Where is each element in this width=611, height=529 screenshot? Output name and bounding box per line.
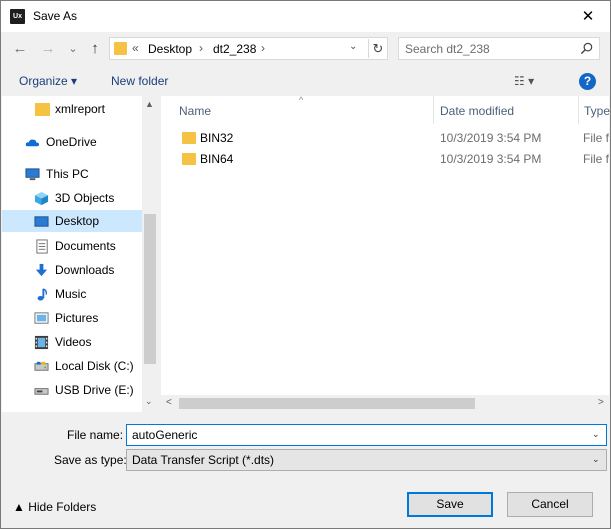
column-header-type[interactable]: Type	[584, 104, 610, 118]
command-toolbar: Organize ▾ New folder ☷ ▾ ?	[1, 67, 610, 95]
scroll-up-icon[interactable]: ▲	[145, 99, 154, 109]
column-divider[interactable]	[433, 96, 434, 124]
address-dropdown-icon[interactable]: ⌄	[349, 41, 357, 52]
up-button[interactable]: ↑	[85, 39, 105, 59]
scroll-right-icon[interactable]: >	[598, 397, 604, 408]
nav-item-label: Music	[55, 287, 87, 301]
nav-item-label: Documents	[55, 239, 116, 253]
folder-icon	[35, 103, 50, 116]
file-row-bin64[interactable]: BIN64 10/3/2019 3:54 PM File fo	[161, 150, 609, 171]
search-icon[interactable]	[579, 41, 594, 56]
nav-item-label: OneDrive	[46, 135, 97, 149]
nav-item-videos[interactable]: Videos	[2, 331, 142, 353]
cancel-button[interactable]: Cancel	[507, 492, 593, 517]
overflow-chevron[interactable]: «	[132, 41, 139, 55]
nav-item-local-disk[interactable]: Local Disk (C:)	[2, 355, 142, 377]
folder-icon	[182, 153, 196, 165]
sort-ascending-icon: ^	[299, 95, 304, 105]
horizontal-scroll-thumb[interactable]	[179, 398, 475, 409]
save-button[interactable]: Save	[407, 492, 493, 517]
pictures-icon	[34, 312, 49, 324]
file-date: 10/3/2019 3:54 PM	[440, 131, 542, 145]
forward-button[interactable]: →	[38, 39, 58, 59]
nav-scroll-thumb[interactable]	[144, 214, 156, 364]
nav-item-label: This PC	[46, 167, 89, 181]
breadcrumb-desktop[interactable]: Desktop	[148, 42, 192, 56]
breadcrumb-dt2-238[interactable]: dt2_238	[213, 42, 256, 56]
nav-item-label: 3D Objects	[55, 191, 115, 205]
nav-item-desktop[interactable]: Desktop	[2, 210, 142, 232]
file-type: File fo	[583, 131, 609, 145]
scroll-left-icon[interactable]: <	[166, 397, 172, 408]
file-date: 10/3/2019 3:54 PM	[440, 152, 542, 166]
file-type: File fo	[583, 152, 609, 166]
search-box[interactable]	[398, 37, 600, 60]
file-name: BIN64	[200, 152, 234, 166]
cube-icon	[34, 191, 49, 206]
file-name-combobox[interactable]: ⌄	[126, 424, 607, 446]
save-as-type-label: Save as type:	[54, 453, 127, 467]
close-button[interactable]: ✕	[566, 1, 610, 32]
nav-item-label: Downloads	[55, 263, 115, 277]
nav-item-label: xmlreport	[55, 102, 106, 116]
organize-button[interactable]: Organize ▾	[19, 74, 77, 88]
window-title: Save As	[33, 9, 78, 23]
breadcrumb-separator[interactable]: ›	[261, 41, 265, 55]
new-folder-button[interactable]: New folder	[111, 74, 168, 88]
chevron-down-icon[interactable]: ⌄	[592, 454, 600, 465]
save-as-dialog: Ux Save As ✕ ← → ⌄ ↑ « Desktop › dt2_238…	[0, 0, 611, 529]
address-bar[interactable]: « Desktop › dt2_238 › ⌄ ↻	[109, 37, 388, 60]
music-icon	[37, 288, 48, 301]
file-name-input[interactable]	[132, 427, 572, 443]
document-icon	[36, 239, 48, 254]
file-list: ^ Name Date modified Type BIN32 10/3/201…	[161, 95, 610, 412]
chevron-down-icon[interactable]: ⌄	[592, 429, 600, 440]
cloud-icon	[25, 139, 40, 147]
refresh-button[interactable]: ↻	[368, 39, 387, 58]
help-icon[interactable]: ?	[579, 73, 596, 90]
save-as-type-value: Data Transfer Script (*.dts)	[132, 453, 275, 467]
nav-item-onedrive[interactable]: OneDrive	[2, 131, 142, 153]
nav-item-downloads[interactable]: Downloads	[2, 259, 142, 281]
nav-item-label: USB Drive (E:)	[55, 383, 134, 397]
search-input[interactable]	[405, 41, 570, 57]
desktop-icon	[34, 216, 49, 227]
nav-scrollbar[interactable]: ▲ ⌄	[142, 96, 158, 412]
title-bar: Ux Save As ✕	[1, 1, 610, 32]
column-divider[interactable]	[578, 96, 579, 124]
column-header-name[interactable]: Name	[179, 104, 211, 118]
nav-item-music[interactable]: Music	[2, 283, 142, 305]
column-header-date-modified[interactable]: Date modified	[440, 104, 514, 118]
navigation-pane: xmlreport OneDrive This PC 3D Objects De…	[2, 96, 158, 412]
video-icon	[34, 335, 49, 350]
nav-item-label: Local Disk (C:)	[55, 359, 134, 373]
folder-icon	[182, 132, 196, 144]
download-icon	[35, 263, 48, 277]
nav-item-label: Videos	[55, 335, 92, 349]
breadcrumb-separator[interactable]: ›	[199, 41, 203, 55]
folder-icon	[114, 42, 127, 55]
disk-icon	[34, 361, 49, 371]
file-name: BIN32	[200, 131, 234, 145]
view-options-button[interactable]: ☷ ▾	[514, 74, 554, 90]
nav-item-xmlreport[interactable]: xmlreport	[2, 98, 142, 120]
app-icon: Ux	[10, 9, 25, 24]
file-name-label: File name:	[67, 428, 124, 442]
file-row-bin32[interactable]: BIN32 10/3/2019 3:54 PM File fo	[161, 129, 609, 150]
nav-item-3d-objects[interactable]: 3D Objects	[2, 187, 142, 209]
back-button[interactable]: ←	[10, 39, 30, 59]
nav-item-this-pc[interactable]: This PC	[2, 163, 142, 185]
nav-item-usb-drive[interactable]: USB Drive (E:)	[2, 379, 142, 401]
horizontal-scrollbar[interactable]: < >	[161, 395, 609, 412]
hide-folders-button[interactable]: ▲ Hide Folders	[13, 500, 96, 514]
computer-icon	[25, 168, 40, 181]
save-as-type-select[interactable]: Data Transfer Script (*.dts) ⌄	[126, 449, 607, 471]
scroll-down-icon[interactable]: ⌄	[145, 396, 153, 407]
usb-drive-icon	[34, 388, 49, 395]
recent-locations-button[interactable]: ⌄	[63, 39, 83, 59]
nav-item-pictures[interactable]: Pictures	[2, 307, 142, 329]
nav-item-label: Desktop	[55, 214, 100, 228]
nav-item-label: Pictures	[55, 311, 99, 325]
nav-item-documents[interactable]: Documents	[2, 235, 142, 257]
